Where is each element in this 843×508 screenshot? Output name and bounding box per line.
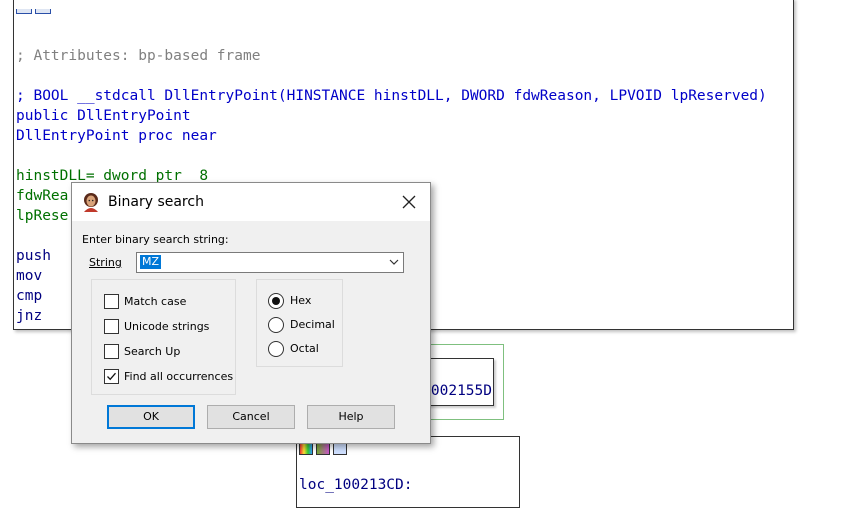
code-instruction-line: cmp — [16, 288, 43, 304]
ida-logo-icon — [84, 193, 98, 212]
cancel-button[interactable]: Cancel — [207, 405, 295, 429]
code-proc-line: DllEntryPoint proc near — [16, 128, 217, 144]
octal-label: Octal — [290, 342, 319, 355]
match-case-label: Match case — [124, 295, 187, 308]
chevron-down-icon[interactable] — [387, 256, 401, 268]
unicode-strings-checkbox[interactable] — [104, 319, 119, 334]
code-instruction-line: jnz — [16, 308, 43, 324]
text-view-icon[interactable] — [35, 9, 51, 14]
search-up-checkbox[interactable] — [104, 344, 119, 359]
find-all-occurrences-label: Find all occurrences — [124, 370, 234, 383]
code-arg-line: fdwRea — [16, 188, 69, 204]
radix-group: Hex Decimal Octal — [256, 279, 343, 367]
find-all-occurrences-checkbox[interactable] — [104, 369, 119, 384]
close-icon[interactable] — [396, 189, 422, 215]
unicode-strings-label: Unicode strings — [124, 320, 210, 333]
graph-node[interactable]: 0002155D — [420, 358, 494, 406]
graph-node[interactable]: loc_100213CD: — [296, 436, 520, 508]
code-prototype-line: ; BOOL __stdcall DllEntryPoint(HINSTANCE… — [16, 88, 767, 104]
code-instruction-line: push — [16, 248, 51, 264]
hex-radio[interactable] — [268, 293, 284, 309]
octal-radio[interactable] — [268, 341, 284, 357]
dialog-titlebar[interactable]: Binary search — [72, 183, 430, 221]
checkmark-icon — [107, 372, 116, 381]
search-options-group: Match case Unicode strings Search Up Fin… — [91, 279, 236, 395]
code-comment-line: ; Attributes: bp-based frame — [16, 48, 261, 64]
dialog-title: Binary search — [108, 194, 204, 210]
ok-button[interactable]: OK — [107, 405, 195, 429]
decimal-label: Decimal — [290, 318, 335, 331]
search-up-label: Search Up — [124, 345, 181, 358]
string-label-text: String — [89, 256, 122, 269]
graph-icon[interactable] — [16, 9, 32, 14]
graph-node-address: 0002155D — [422, 383, 492, 399]
search-string-combobox[interactable]: MZ — [136, 252, 404, 273]
code-public-line: public DllEntryPoint — [16, 108, 191, 124]
search-prompt-label: Enter binary search string: — [82, 233, 229, 246]
decimal-radio[interactable] — [268, 317, 284, 333]
hex-label: Hex — [290, 294, 312, 307]
code-instruction-line: mov — [16, 268, 43, 284]
binary-search-dialog: Binary search Enter binary search string… — [71, 182, 431, 444]
match-case-checkbox[interactable] — [104, 294, 119, 309]
search-string-value[interactable]: MZ — [140, 255, 162, 269]
code-arg-line: lpRese — [16, 208, 69, 224]
view-toolbar-icons — [16, 0, 56, 14]
string-label: String — [89, 256, 122, 269]
help-button[interactable]: Help — [307, 405, 395, 429]
